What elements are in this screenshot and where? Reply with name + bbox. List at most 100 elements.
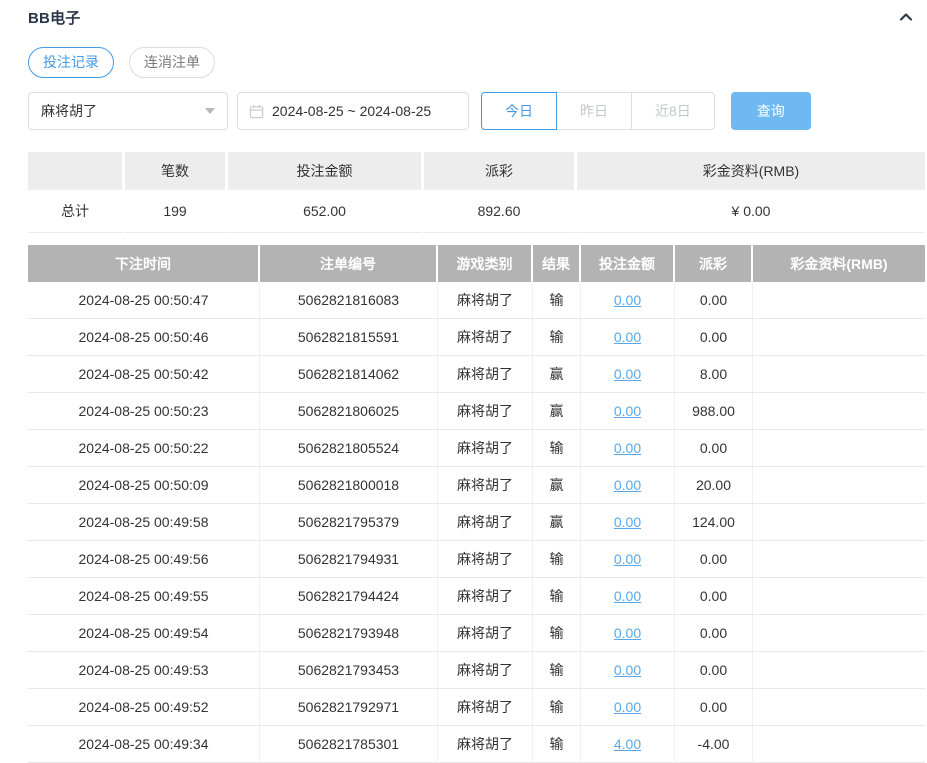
payout-cell: 988.00 <box>675 393 753 430</box>
bet-time-cell: 2024-08-25 00:49:58 <box>28 504 260 541</box>
table-row: 2024-08-25 00:50:42 5062821814062 麻将胡了 赢… <box>28 356 925 393</box>
result-cell: 输 <box>533 282 581 319</box>
col-bonus: 彩金资料(RMB) <box>753 245 925 282</box>
result-cell: 赢 <box>533 504 581 541</box>
col-payout: 派彩 <box>675 245 753 282</box>
result-cell: 输 <box>533 615 581 652</box>
bonus-cell <box>753 393 925 430</box>
bet-amount-link[interactable]: 0.00 <box>614 292 641 308</box>
bet-amount-link[interactable]: 0.00 <box>614 366 641 382</box>
summary-col-bet-amount: 投注金额 <box>228 152 424 190</box>
bet-amount-link[interactable]: 0.00 <box>614 662 641 678</box>
bet-time-cell: 2024-08-25 00:49:55 <box>28 578 260 615</box>
date-range-input[interactable]: 2024-08-25 ~ 2024-08-25 <box>237 92 469 130</box>
bet-amount-cell: 0.00 <box>581 541 675 578</box>
order-id-cell: 5062821794424 <box>260 578 438 615</box>
col-bet-time: 下注时间 <box>28 245 260 282</box>
payout-cell: 20.00 <box>675 467 753 504</box>
payout-cell: 0.00 <box>675 282 753 319</box>
order-id-cell: 5062821805524 <box>260 430 438 467</box>
payout-cell: 124.00 <box>675 504 753 541</box>
record-type-tabs: 投注记录 连消注单 <box>28 47 925 78</box>
bet-time-cell: 2024-08-25 00:49:52 <box>28 689 260 726</box>
filter-bar: 麻将胡了 2024-08-25 ~ 2024-08-25 今日 昨日 近8日 查… <box>28 92 925 130</box>
payout-cell: 8.00 <box>675 356 753 393</box>
order-id-cell: 5062821814062 <box>260 356 438 393</box>
today-button[interactable]: 今日 <box>481 92 557 130</box>
bet-time-cell: 2024-08-25 00:49:53 <box>28 652 260 689</box>
bonus-cell <box>753 319 925 356</box>
bet-amount-cell: 0.00 <box>581 282 675 319</box>
tab-bet-records[interactable]: 投注记录 <box>28 47 114 78</box>
last-8-days-button[interactable]: 近8日 <box>631 92 715 130</box>
bet-amount-link[interactable]: 0.00 <box>614 625 641 641</box>
summary-col-payout: 派彩 <box>424 152 577 190</box>
bet-amount-link[interactable]: 0.00 <box>614 329 641 345</box>
result-cell: 赢 <box>533 393 581 430</box>
game-type-cell: 麻将胡了 <box>438 319 533 356</box>
bet-amount-link[interactable]: 4.00 <box>614 736 641 752</box>
summary-total-label: 总计 <box>28 190 125 233</box>
bet-time-cell: 2024-08-25 00:50:23 <box>28 393 260 430</box>
payout-cell: 0.00 <box>675 689 753 726</box>
chevron-down-icon <box>205 108 215 114</box>
table-row: 2024-08-25 00:49:56 5062821794931 麻将胡了 输… <box>28 541 925 578</box>
bet-amount-link[interactable]: 0.00 <box>614 440 641 456</box>
table-row: 2024-08-25 00:49:52 5062821792971 麻将胡了 输… <box>28 689 925 726</box>
table-row: 2024-08-25 00:50:46 5062821815591 麻将胡了 输… <box>28 319 925 356</box>
game-type-cell: 麻将胡了 <box>438 541 533 578</box>
bet-time-cell: 2024-08-25 00:50:46 <box>28 319 260 356</box>
bet-amount-cell: 0.00 <box>581 689 675 726</box>
bet-amount-link[interactable]: 0.00 <box>614 588 641 604</box>
bet-records-table: 下注时间 注单编号 游戏类别 结果 投注金额 派彩 彩金资料(RMB) 2024… <box>28 245 925 763</box>
bet-amount-link[interactable]: 0.00 <box>614 551 641 567</box>
payout-cell: -4.00 <box>675 726 753 763</box>
search-button[interactable]: 查询 <box>731 92 811 130</box>
bet-amount-cell: 0.00 <box>581 504 675 541</box>
result-cell: 输 <box>533 430 581 467</box>
bet-amount-link[interactable]: 0.00 <box>614 403 641 419</box>
bet-amount-link[interactable]: 0.00 <box>614 699 641 715</box>
bet-amount-cell: 0.00 <box>581 393 675 430</box>
panel-header: BB电子 <box>28 6 925 28</box>
bet-amount-link[interactable]: 0.00 <box>614 477 641 493</box>
bet-time-cell: 2024-08-25 00:50:47 <box>28 282 260 319</box>
game-type-cell: 麻将胡了 <box>438 615 533 652</box>
order-id-cell: 5062821785301 <box>260 726 438 763</box>
yesterday-button[interactable]: 昨日 <box>556 92 632 130</box>
game-select[interactable]: 麻将胡了 <box>28 92 228 130</box>
result-cell: 输 <box>533 726 581 763</box>
bet-amount-cell: 0.00 <box>581 467 675 504</box>
bet-amount-cell: 4.00 <box>581 726 675 763</box>
bet-time-cell: 2024-08-25 00:49:56 <box>28 541 260 578</box>
summary-total-bonus: ¥ 0.00 <box>577 190 925 233</box>
summary-col-empty <box>28 152 125 190</box>
bet-amount-link[interactable]: 0.00 <box>614 514 641 530</box>
bet-amount-cell: 0.00 <box>581 319 675 356</box>
tab-cancelled-bets[interactable]: 连消注单 <box>129 47 215 78</box>
col-bet-amount: 投注金额 <box>581 245 675 282</box>
table-row: 2024-08-25 00:49:34 5062821785301 麻将胡了 输… <box>28 726 925 763</box>
payout-cell: 0.00 <box>675 652 753 689</box>
bonus-cell <box>753 541 925 578</box>
game-type-cell: 麻将胡了 <box>438 652 533 689</box>
bet-amount-cell: 0.00 <box>581 652 675 689</box>
bet-table-header-row: 下注时间 注单编号 游戏类别 结果 投注金额 派彩 彩金资料(RMB) <box>28 245 925 282</box>
summary-total-row: 总计 199 652.00 892.60 ¥ 0.00 <box>28 190 925 233</box>
result-cell: 输 <box>533 541 581 578</box>
table-row: 2024-08-25 00:50:22 5062821805524 麻将胡了 输… <box>28 430 925 467</box>
bet-time-cell: 2024-08-25 00:50:22 <box>28 430 260 467</box>
game-type-cell: 麻将胡了 <box>438 356 533 393</box>
bonus-cell <box>753 615 925 652</box>
order-id-cell: 5062821793948 <box>260 615 438 652</box>
summary-total-payout: 892.60 <box>424 190 577 233</box>
order-id-cell: 5062821792971 <box>260 689 438 726</box>
result-cell: 输 <box>533 689 581 726</box>
table-row: 2024-08-25 00:49:55 5062821794424 麻将胡了 输… <box>28 578 925 615</box>
bet-amount-cell: 0.00 <box>581 578 675 615</box>
bet-time-cell: 2024-08-25 00:50:42 <box>28 356 260 393</box>
table-row: 2024-08-25 00:49:53 5062821793453 麻将胡了 输… <box>28 652 925 689</box>
bonus-cell <box>753 504 925 541</box>
collapse-panel-button[interactable] <box>897 8 915 26</box>
result-cell: 输 <box>533 319 581 356</box>
